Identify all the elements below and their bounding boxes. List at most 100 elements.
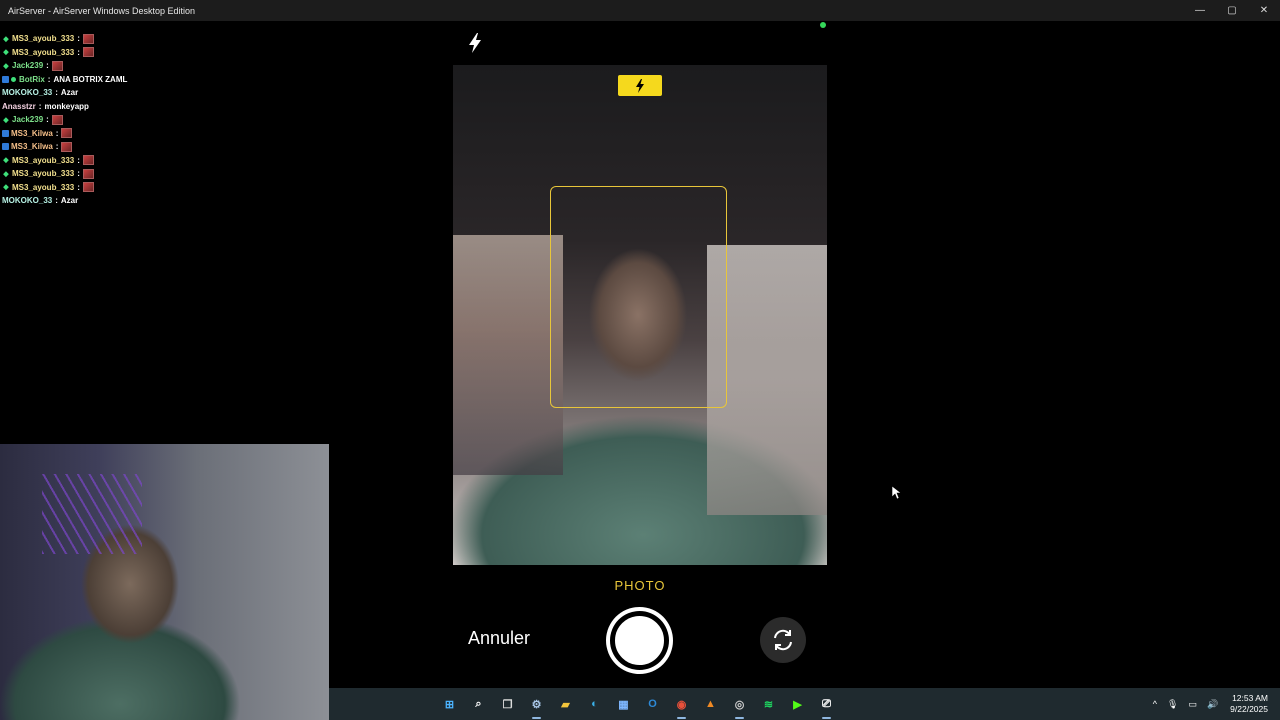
- face-detection-box: [550, 186, 727, 408]
- chat-emote-icon: [82, 47, 94, 58]
- webcam-feed: [0, 444, 329, 720]
- store-icon[interactable]: ▦: [613, 694, 634, 715]
- microphone-icon[interactable]: 🎙: [1167, 699, 1178, 710]
- chat-message-text: ANA BOTRIX ZAML: [53, 74, 128, 84]
- chat-message: ◆ MS3_ayoub_333:: [2, 46, 332, 60]
- moderator-badge-icon: [2, 129, 9, 137]
- chat-message: ◆ MS3_ayoub_333:: [2, 167, 332, 181]
- chat-message-text: Azar: [60, 196, 79, 206]
- clock[interactable]: 12:53 AM 9/22/2025: [1230, 693, 1268, 715]
- chat-message: BotRix: ANA BOTRIX ZAML: [2, 73, 332, 87]
- chat-separator: :: [77, 47, 80, 57]
- chat-message: ◆ Jack239:: [2, 113, 332, 127]
- chat-username[interactable]: MS3_ayoub_333: [12, 169, 74, 178]
- chat-separator: :: [55, 142, 59, 152]
- chat-username[interactable]: Jack239: [12, 115, 43, 124]
- chat-message: MS3_Kilwa:: [2, 127, 332, 141]
- mouse-cursor-icon: [892, 486, 902, 500]
- chrome-icon[interactable]: ◉: [671, 694, 692, 719]
- chat-message: ◆ Jack239:: [2, 59, 332, 73]
- search-icon[interactable]: ⌕: [468, 694, 489, 715]
- spotify-icon[interactable]: ≋: [758, 694, 779, 715]
- chat-message: ◆ MS3_ayoub_333:: [2, 181, 332, 195]
- tray-chevron-icon[interactable]: ^: [1153, 699, 1157, 709]
- camera-viewfinder[interactable]: [453, 65, 827, 565]
- minimize-button[interactable]: —: [1184, 0, 1216, 21]
- chat-message: ◆ MS3_ayoub_333:: [2, 32, 332, 46]
- chat-emote-icon: [51, 114, 63, 125]
- chat-username[interactable]: MS3_ayoub_333: [12, 183, 74, 192]
- airserver-icon[interactable]: ⎚: [816, 694, 837, 719]
- background-neon-panel: [42, 474, 142, 554]
- chat-username[interactable]: MS3_ayoub_333: [12, 34, 74, 43]
- flash-on-badge: [618, 75, 662, 96]
- volume-icon[interactable]: 🔊: [1207, 699, 1218, 710]
- kick-icon[interactable]: ▶: [787, 694, 808, 715]
- taskbar-pinned-apps: ⊞ ⌕ ❐ ⚙ ▰ ◐ ▦ O ◉ ▲ ◎ ≋ ▶ ⎚: [439, 688, 845, 720]
- taskbar: ⊞ ⌕ ❐ ⚙ ▰ ◐ ▦ O ◉ ▲ ◎ ≋ ▶ ⎚ ^ 🎙 ▭ 🔊 12:53 AM 9/22/202…: [329, 688, 1280, 720]
- chat-message: ◆ MS3_ayoub_333:: [2, 154, 332, 168]
- vip-badge-icon: ◆: [3, 35, 9, 43]
- edge-icon[interactable]: ◐: [584, 694, 605, 715]
- chat-overlay: ◆ MS3_ayoub_333: ◆ MS3_ayoub_333: ◆ Jack239: B…: [2, 32, 332, 208]
- chat-username[interactable]: BotRix: [19, 75, 45, 84]
- chat-emote-icon: [82, 155, 94, 166]
- chat-username[interactable]: Anasstzr: [2, 102, 36, 111]
- bot-status-icon: [11, 76, 16, 82]
- moderator-badge-icon: [2, 143, 9, 151]
- shutter-inner: [613, 614, 666, 667]
- vlc-icon[interactable]: ▲: [700, 694, 721, 715]
- system-tray: ^ 🎙 ▭ 🔊 12:53 AM 9/22/2025: [1143, 688, 1268, 720]
- shutter-button[interactable]: [606, 607, 673, 674]
- chat-username[interactable]: MS3_ayoub_333: [12, 48, 74, 57]
- chat-separator: :: [77, 169, 80, 179]
- chat-username[interactable]: MS3_Kilwa: [11, 142, 53, 151]
- chat-separator: :: [46, 61, 49, 71]
- vip-badge-icon: ◆: [3, 116, 9, 124]
- flash-toggle-icon[interactable]: [466, 32, 484, 54]
- clock-time: 12:53 AM: [1232, 693, 1268, 703]
- settings-icon[interactable]: ⚙: [526, 694, 547, 719]
- chat-separator: :: [55, 196, 58, 206]
- chat-separator: :: [46, 115, 49, 125]
- outlook-icon[interactable]: O: [642, 694, 663, 715]
- chat-username[interactable]: MOKOKO_33: [2, 196, 52, 205]
- chat-username[interactable]: MS3_Kilwa: [11, 129, 53, 138]
- vip-badge-icon: ◆: [3, 170, 9, 178]
- chat-separator: :: [77, 155, 80, 165]
- chat-emote-icon: [61, 141, 73, 152]
- moderator-badge-icon: [2, 75, 9, 83]
- chat-emote-icon: [51, 60, 63, 71]
- chat-emote-icon: [61, 128, 73, 139]
- network-icon[interactable]: ▭: [1188, 699, 1197, 710]
- vip-badge-icon: ◆: [3, 157, 9, 165]
- window-controls: — ▢ ✕: [1184, 0, 1280, 21]
- camera-in-use-indicator: [820, 22, 826, 28]
- obs-icon[interactable]: ◎: [729, 694, 750, 719]
- chat-message: MOKOKO_33: Azar: [2, 194, 332, 208]
- file-explorer-icon[interactable]: ▰: [555, 694, 576, 715]
- chat-username[interactable]: MOKOKO_33: [2, 88, 52, 97]
- chat-emote-icon: [82, 168, 94, 179]
- close-button[interactable]: ✕: [1248, 0, 1280, 21]
- chat-message-text: monkeyapp: [44, 101, 89, 111]
- background-left-wall: [453, 235, 563, 475]
- chat-separator: :: [55, 128, 59, 138]
- chat-message-text: Azar: [60, 88, 79, 98]
- switch-camera-button[interactable]: [760, 617, 806, 663]
- window-title: AirServer - AirServer Windows Desktop Ed…: [8, 5, 196, 16]
- window-title-bar: AirServer - AirServer Windows Desktop Ed…: [0, 0, 1280, 21]
- cancel-button[interactable]: Annuler: [468, 628, 530, 649]
- chat-emote-icon: [82, 182, 94, 193]
- chat-username[interactable]: Jack239: [12, 61, 43, 70]
- maximize-button[interactable]: ▢: [1216, 0, 1248, 21]
- chat-message: Anasstzr: monkeyapp: [2, 100, 332, 114]
- chat-emote-icon: [82, 33, 94, 44]
- chat-separator: :: [47, 74, 51, 84]
- camera-mode-label[interactable]: PHOTO: [453, 578, 827, 593]
- task-view-icon[interactable]: ❐: [497, 694, 518, 715]
- chat-message: MOKOKO_33: Azar: [2, 86, 332, 100]
- chat-username[interactable]: MS3_ayoub_333: [12, 156, 74, 165]
- chat-message: MS3_Kilwa:: [2, 140, 332, 154]
- windows-start-icon[interactable]: ⊞: [439, 694, 460, 715]
